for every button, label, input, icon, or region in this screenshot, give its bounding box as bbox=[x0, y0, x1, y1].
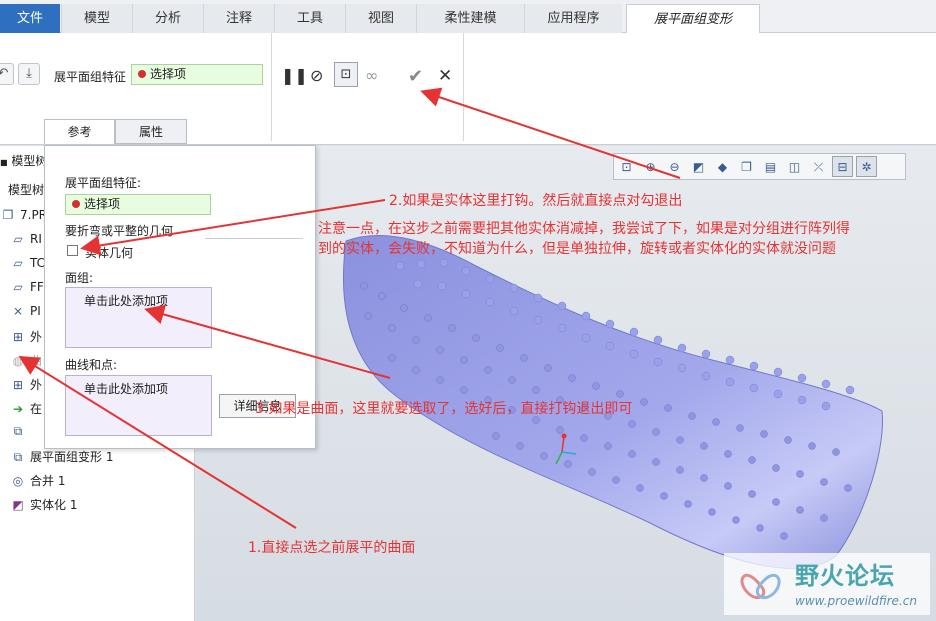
app-window: 文件 模型 分析 注释 工具 视图 柔性建模 应用程序 展平面组变形 ↶ ⤓ 展… bbox=[0, 0, 936, 621]
annotation-note-2: 2.如果是实体这里打钩。然后就直接点对勾退出 bbox=[389, 193, 683, 209]
watermark-url: www.proewildfire.cn bbox=[795, 594, 917, 608]
forum-logo-icon bbox=[740, 573, 781, 599]
annotation-note-3b: 到的实体，会失败，不知道为什么，但是单独拉伸，旋转或者实体化的实体就没问题 bbox=[318, 241, 836, 257]
arrow-to-tree-surface bbox=[18, 355, 297, 529]
watermark-title: 野火论坛 bbox=[795, 562, 895, 590]
annotation-note-3a: 注意一点，在这步之前需要把其他实体消减掉，我尝试了下，如果是对分组进行阵列得 bbox=[318, 221, 850, 237]
annotation-note-4: 3.如果是曲面，这里就要选取了，选好后，直接打钩退出即可 bbox=[255, 401, 633, 417]
annotation-note-1: 1.直接点选之前展平的曲面 bbox=[248, 540, 416, 556]
arrow-to-confirm bbox=[420, 87, 681, 179]
arrow-to-quilts bbox=[144, 304, 391, 379]
annotation-arrows bbox=[18, 87, 681, 529]
